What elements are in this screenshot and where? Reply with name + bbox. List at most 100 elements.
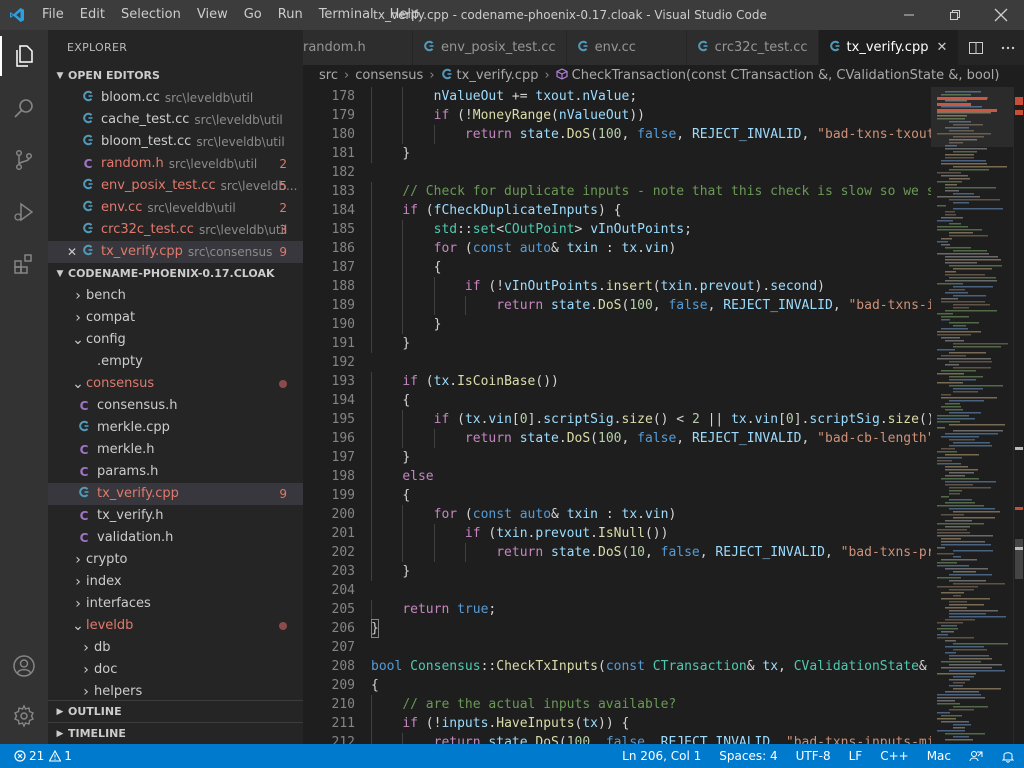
file-item[interactable]: Cvalidation.h bbox=[48, 527, 303, 549]
live-share-icon[interactable] bbox=[960, 749, 992, 763]
platform[interactable]: Mac bbox=[918, 749, 960, 763]
open-editor-item[interactable]: bloom_test.cc src\leveldb\util bbox=[48, 131, 303, 153]
file-item[interactable]: Cconsensus.h bbox=[48, 395, 303, 417]
extensions-icon[interactable] bbox=[0, 238, 48, 290]
more-actions-icon[interactable] bbox=[992, 30, 1024, 65]
folder-item[interactable]: › doc bbox=[48, 659, 303, 681]
code-token: "bad-cb-length" bbox=[817, 431, 931, 446]
breadcrumb-item[interactable]: consensus bbox=[355, 68, 423, 83]
tab-label: tx_verify.cpp bbox=[846, 40, 929, 55]
code-token: )) { bbox=[598, 716, 630, 731]
close-icon[interactable]: ✕ bbox=[64, 241, 80, 263]
folder-item[interactable]: ⌄ config bbox=[48, 329, 303, 351]
tree-item-name: tx_verify.h bbox=[97, 508, 164, 523]
indent-guide bbox=[371, 220, 372, 239]
code-line: 208 bool Consensus::CheckTxInputs(const C… bbox=[303, 657, 931, 676]
notifications-bell-icon[interactable] bbox=[992, 749, 1024, 763]
breadcrumb-item[interactable]: tx_verify.cpp bbox=[457, 68, 539, 83]
project-header[interactable]: ▼ CODENAME-PHOENIX-0.17.CLOAK bbox=[48, 263, 303, 285]
indent-guide bbox=[371, 239, 372, 258]
source-control-icon[interactable] bbox=[0, 134, 48, 186]
open-editors-header[interactable]: ▼ OPEN EDITORS bbox=[48, 65, 303, 87]
code-line: 185 std::set<COutPoint> vInOutPoints; bbox=[303, 220, 931, 239]
cursor-position[interactable]: Ln 206, Col 1 bbox=[613, 749, 710, 763]
minimap[interactable] bbox=[931, 87, 1013, 744]
menu-item-run[interactable]: Run bbox=[270, 0, 311, 30]
file-item[interactable]: Cparams.h bbox=[48, 461, 303, 483]
folder-item[interactable]: › compat bbox=[48, 307, 303, 329]
menu-item-selection[interactable]: Selection bbox=[113, 0, 189, 30]
folder-item[interactable]: › crypto bbox=[48, 549, 303, 571]
indentation[interactable]: Spaces: 4 bbox=[710, 749, 786, 763]
open-editor-item[interactable]: env_posix_test.cc src\leveldb... 5 bbox=[48, 175, 303, 197]
code-editor[interactable]: 178 nValueOut += txout.nValue; 179 if (!M… bbox=[303, 87, 931, 744]
open-editor-item[interactable]: ✕ tx_verify.cpp src\consensus 9 bbox=[48, 241, 303, 263]
vertical-scrollbar[interactable] bbox=[1013, 87, 1024, 744]
code-token: "bad-txns-in bbox=[848, 298, 931, 313]
cpp-file-icon bbox=[76, 417, 92, 439]
code-token: , bbox=[801, 127, 818, 142]
search-icon[interactable] bbox=[0, 82, 48, 134]
timeline-header[interactable]: ▶ TIMELINE bbox=[48, 722, 303, 744]
close-window-button[interactable] bbox=[978, 0, 1024, 30]
tab-env-posix-test-cc[interactable]: env_posix_test.cc bbox=[413, 30, 567, 65]
restore-button[interactable] bbox=[932, 0, 978, 30]
open-editor-item[interactable]: cache_test.cc src\leveldb\util bbox=[48, 109, 303, 131]
open-editor-item[interactable]: bloom.cc src\leveldb\util bbox=[48, 87, 303, 109]
open-editor-item[interactable]: crc32c_test.cc src\leveldb\util 3 bbox=[48, 219, 303, 241]
chevron-right-icon: › bbox=[343, 68, 350, 83]
line-number: 191 bbox=[331, 336, 355, 351]
folder-item[interactable]: ⌄ consensus bbox=[48, 373, 303, 395]
folder-item[interactable]: › db bbox=[48, 637, 303, 659]
line-ending[interactable]: LF bbox=[840, 749, 872, 763]
folder-item[interactable]: ⌄ leveldb bbox=[48, 615, 303, 637]
code-token: vin bbox=[754, 412, 779, 427]
indent-guide bbox=[371, 524, 372, 543]
tab-crc32c-test-cc[interactable]: crc32c_test.cc bbox=[686, 30, 819, 65]
run-debug-icon[interactable] bbox=[0, 186, 48, 238]
breadcrumb-item[interactable]: src bbox=[319, 68, 338, 83]
indent-guide bbox=[371, 125, 372, 144]
code-token: txin bbox=[566, 241, 599, 256]
explorer-icon[interactable] bbox=[0, 30, 48, 82]
account-icon[interactable] bbox=[0, 640, 48, 692]
menu-item-edit[interactable]: Edit bbox=[72, 0, 113, 30]
file-item[interactable]: merkle.cpp bbox=[48, 417, 303, 439]
code-token: , bbox=[676, 127, 692, 142]
code-token: ( bbox=[598, 659, 606, 674]
line-content: // are the actual inputs available? bbox=[355, 695, 676, 714]
code-token: . bbox=[879, 412, 888, 427]
folder-item[interactable]: › bench bbox=[48, 285, 303, 307]
tab-tx-verify-cpp[interactable]: tx_verify.cpp ✕ bbox=[818, 30, 959, 65]
file-item[interactable]: Cmerkle.h bbox=[48, 439, 303, 461]
line-content: return true; bbox=[355, 600, 496, 619]
tab-random-h[interactable]: random.h bbox=[303, 30, 413, 65]
breadcrumb-item[interactable]: CheckTransaction(const CTransaction &, C… bbox=[572, 68, 1000, 83]
open-editors-list: bloom.cc src\leveldb\util cache_test.cc src… bbox=[48, 87, 303, 263]
outline-header[interactable]: ▶ OUTLINE bbox=[48, 700, 303, 722]
close-icon[interactable]: ✕ bbox=[936, 40, 947, 55]
code-token: REJECT_INVALID bbox=[723, 298, 833, 313]
folder-item[interactable]: › interfaces bbox=[48, 593, 303, 615]
menu-item-go[interactable]: Go bbox=[236, 0, 270, 30]
open-editor-item[interactable]: Crandom.h src\leveldb\util 2 bbox=[48, 153, 303, 175]
split-editor-icon[interactable] bbox=[960, 30, 992, 65]
open-editor-item[interactable]: env.cc src\leveldb\util 2 bbox=[48, 197, 303, 219]
folder-item[interactable]: › index bbox=[48, 571, 303, 593]
line-number: 206 bbox=[331, 621, 355, 636]
file-item[interactable]: Ctx_verify.h bbox=[48, 505, 303, 527]
settings-gear-icon[interactable] bbox=[0, 690, 48, 742]
encoding[interactable]: UTF-8 bbox=[787, 749, 840, 763]
file-item[interactable]: tx_verify.cpp 9 bbox=[48, 483, 303, 505]
minimize-button[interactable] bbox=[886, 0, 932, 30]
tab-env-cc[interactable]: env.cc bbox=[566, 30, 687, 65]
chevron-down-icon: ▼ bbox=[56, 269, 64, 279]
line-number: 198 bbox=[331, 469, 355, 484]
cpp-file-icon bbox=[577, 40, 589, 55]
line-content: std::set<COutPoint> vInOutPoints; bbox=[355, 220, 692, 239]
menu-item-view[interactable]: View bbox=[189, 0, 236, 30]
file-item[interactable]: .empty bbox=[48, 351, 303, 373]
language-mode[interactable]: C++ bbox=[871, 749, 918, 763]
menu-item-file[interactable]: File bbox=[34, 0, 72, 30]
problems-indicator[interactable]: 21 1 bbox=[0, 749, 72, 763]
